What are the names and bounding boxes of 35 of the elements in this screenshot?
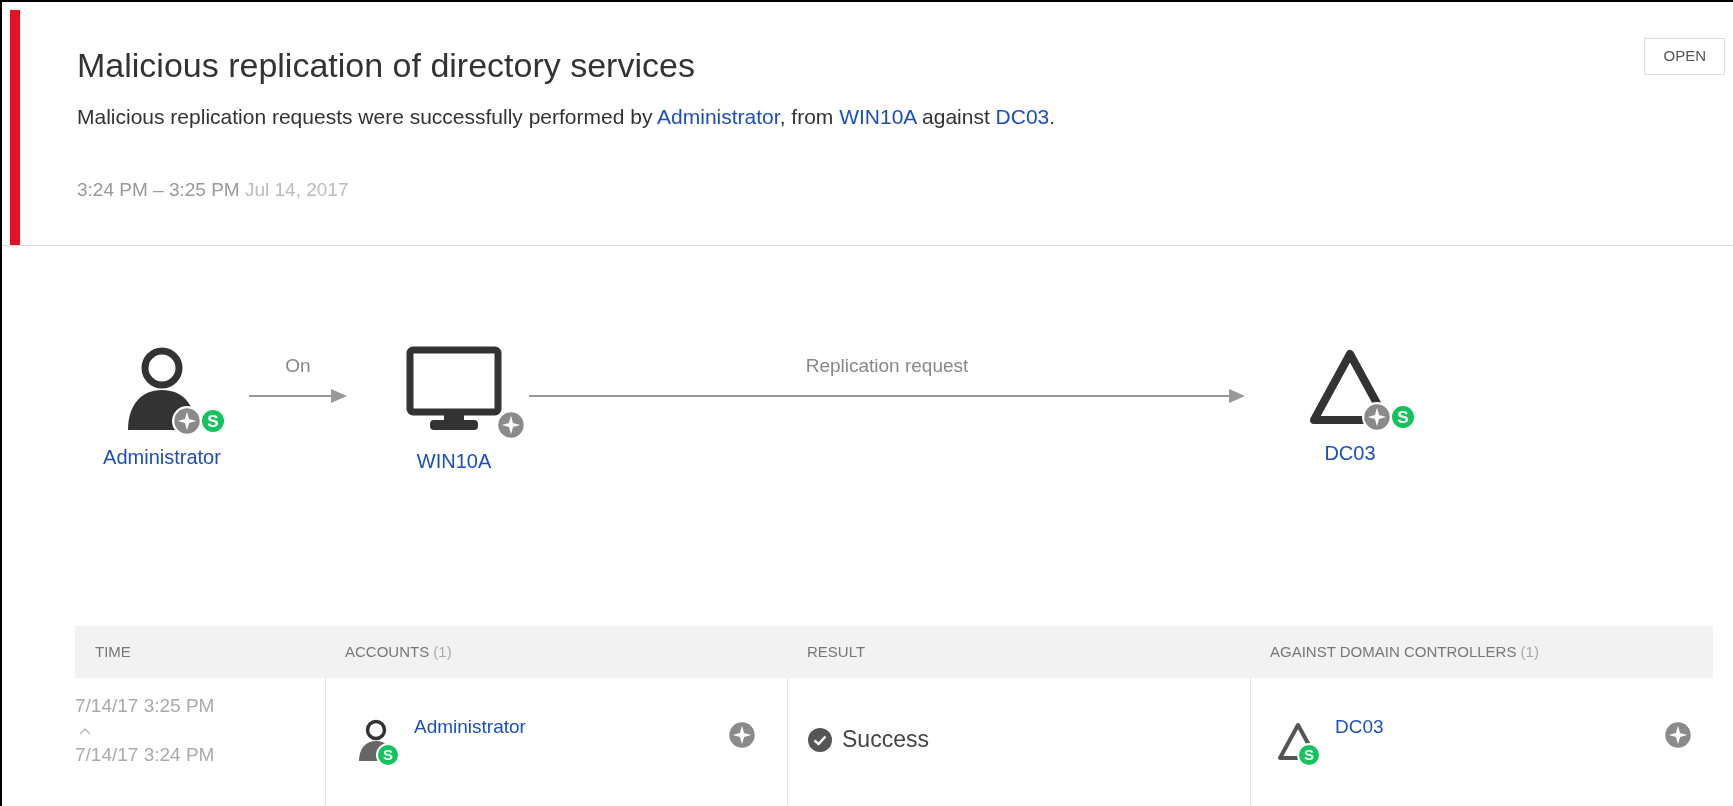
- entity-link[interactable]: DC03: [995, 104, 1050, 128]
- column-header: RESULT: [806, 641, 867, 662]
- time-range: 3:24 PM – 3:25 PM: [77, 179, 240, 200]
- star-badge-icon: [727, 719, 757, 750]
- star-badge-icon: [1362, 402, 1392, 432]
- entity-link[interactable]: WIN10A: [416, 446, 492, 476]
- sensitive-badge: S: [376, 742, 400, 767]
- column-header: TIME: [94, 641, 132, 662]
- alert-date: Jul 14, 2017: [244, 179, 349, 200]
- result-text: Success: [842, 725, 929, 755]
- edge-label: Replication request: [805, 354, 969, 378]
- alert-description: Malicious replication requests were successfully performed by Administrator, from WIN10A against DC03.: [77, 103, 1056, 130]
- sensitive-badge: S: [1297, 742, 1321, 767]
- caret-up-icon: [79, 726, 91, 735]
- entity-link[interactable]: Administrator: [657, 104, 780, 128]
- star-badge-icon: [172, 406, 202, 436]
- time-start: 7/14/17 3:24 PM: [75, 742, 216, 767]
- star-badge-icon: [496, 410, 526, 440]
- column-header: AGAINST DOMAIN CONTROLLERS (1): [1269, 641, 1540, 662]
- entity-link[interactable]: Administrator: [103, 442, 221, 472]
- column-header: ACCOUNTS (1): [344, 641, 453, 662]
- entity-link[interactable]: DC03: [1335, 713, 1384, 742]
- edge-label: On: [285, 354, 311, 378]
- star-badge-icon: [1663, 719, 1693, 750]
- entity-link[interactable]: Administrator: [414, 713, 526, 742]
- check-circle-icon: [808, 727, 832, 752]
- entity-link[interactable]: WIN10A: [839, 104, 917, 128]
- time-end: 7/14/17 3:25 PM: [75, 694, 216, 718]
- sensitive-badge: S: [200, 408, 226, 434]
- entity-link[interactable]: DC03: [1324, 438, 1376, 468]
- arrow-icon: [249, 388, 347, 403]
- status-button[interactable]: OPEN: [1644, 38, 1725, 75]
- arrow-icon: [529, 388, 1245, 403]
- alert-title: Malicious replication of directory services: [77, 45, 695, 86]
- sensitive-badge: S: [1390, 404, 1416, 430]
